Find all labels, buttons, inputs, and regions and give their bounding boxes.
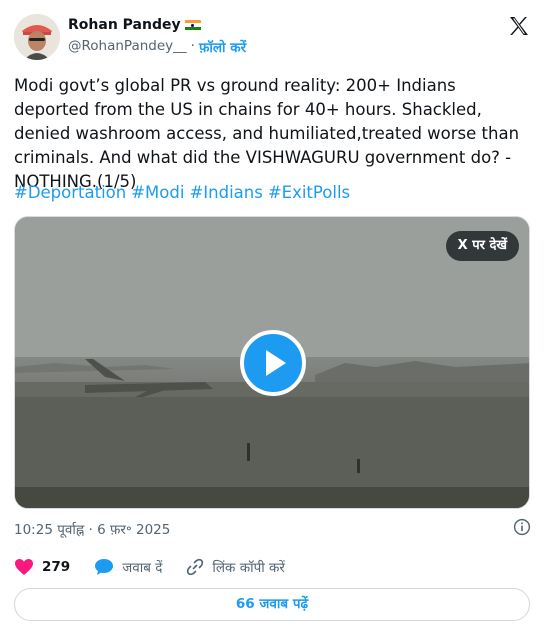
video-player[interactable]: X पर देखें: [14, 216, 530, 509]
avatar[interactable]: [14, 14, 60, 60]
play-icon[interactable]: [240, 330, 306, 396]
separator: ·: [190, 38, 195, 54]
author-handle-row: @RohanPandey__ · फ़ॉलो करें: [68, 38, 246, 56]
read-replies-button[interactable]: 66 जवाब पढ़ें: [14, 588, 530, 621]
follow-button[interactable]: फ़ॉलो करें: [199, 38, 246, 56]
like-button[interactable]: 279: [14, 558, 70, 576]
copy-link-button[interactable]: लिंक कॉपी करें: [186, 558, 285, 576]
hashtag-link[interactable]: #Modi: [131, 183, 184, 202]
heart-icon: [15, 559, 33, 575]
hashtags: #Deportation #Modi #Indians #ExitPolls: [14, 181, 355, 205]
tweet-actions: 279 जवाब दें लिंक कॉपी करें: [14, 558, 309, 576]
copy-link-label: लिंक कॉपी करें: [212, 560, 285, 576]
hashtag-link[interactable]: #Deportation: [14, 183, 126, 202]
info-icon[interactable]: [513, 518, 531, 536]
reply-label: जवाब दें: [122, 560, 163, 576]
author-handle[interactable]: @RohanPandey__: [68, 38, 187, 56]
avatar-image: [14, 14, 60, 60]
author-name[interactable]: Rohan Pandey: [68, 17, 181, 33]
link-icon: [187, 558, 204, 576]
reply-bubble-icon: [95, 559, 114, 575]
author-name-row: Rohan Pandey: [68, 17, 201, 33]
reply-button[interactable]: जवाब दें: [94, 558, 162, 576]
hashtag-link[interactable]: #Indians: [189, 183, 262, 202]
hashtag-link[interactable]: #ExitPolls: [268, 183, 350, 202]
x-logo-icon[interactable]: [507, 14, 531, 38]
tweet-timestamp[interactable]: 10:25 पूर्वाह्न · 6 फ़र॰ 2025: [14, 520, 170, 538]
tweet-text: Modi govt’s global PR vs ground reality:…: [14, 76, 520, 191]
india-flag-icon: [184, 19, 201, 31]
like-count: 279: [42, 559, 71, 575]
embedded-tweet-card: Rohan Pandey @RohanPandey__ · फ़ॉलो करें…: [0, 0, 545, 631]
view-on-x-button[interactable]: X पर देखें: [445, 231, 519, 261]
